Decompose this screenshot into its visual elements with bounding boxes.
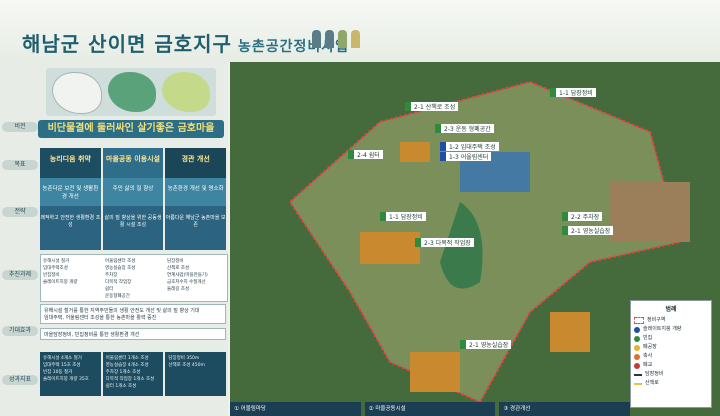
aerial-map: 2-1 산책로 조성 1-1 담장정비 2-3 운동 형폐공간 2-4 쉼터 1…: [230, 62, 720, 416]
map-tag-1: 2-1 산책로 조성: [405, 102, 459, 111]
result-2: 삶의 질 향상을 위한 공동생활 시설 조성: [102, 206, 164, 250]
task-list-2: 어울림센터 조성 영농실습장 조성 주차장 다목적 작업장 쉼터 운동형폐공간: [105, 259, 136, 299]
map-tag-4: 2-4 쉼터: [348, 150, 383, 159]
map-tag-11: 2-1 영농실습장: [460, 340, 512, 349]
map-tag-6: 1-3 어울림센터: [440, 152, 492, 161]
label-goal: 목표: [0, 160, 40, 170]
legend-item-2: 슬레이트지붕 개량: [634, 325, 708, 334]
legend-item-6: 폐교: [634, 361, 708, 370]
legend-item-1: 정비구역: [634, 316, 708, 325]
result-3: 아름다운 해남군 농촌마을 보존: [165, 206, 227, 250]
decoration-figures: [312, 30, 360, 48]
label-tasks: 추진과제: [0, 270, 40, 280]
location-maps: [46, 68, 216, 116]
header: 해남군 산이면 금호지구 농촌공간정비사업: [0, 0, 720, 62]
tasks-box: 유해시설 철거 임대주택조성 빈집정비 슬레이트지붕 개량 어울림센터 조성 영농실습장…: [40, 254, 228, 302]
kpi-1: 유해시설 4개소 철거 임대주택 15호 조성 빈집 10동 철거 슬레이트지붕 개량…: [40, 352, 101, 396]
task-list-1: 유해시설 철거 임대주택조성 빈집정비 슬레이트지붕 개량: [43, 259, 78, 285]
bottom-label-1: ① 어울림마당: [230, 402, 361, 416]
strategy-row: 농촌다운 보전 및 생활환경 개선 주민 삶의 질 향상 농촌환경 개선 및 명…: [40, 178, 227, 206]
map-legend: 범례 정비구역 슬레이트지붕 개량 빈집 폐공장 축사 폐교 담장정비 산책로: [630, 300, 712, 408]
legend-item-3: 빈집: [634, 334, 708, 343]
map-tag-2: 1-1 담장정비: [550, 88, 596, 97]
map-tag-7: 1-1 담장정비: [380, 212, 426, 221]
task-list-3: 담장정비 산책로 조성 연계사업(마을만들기) 금호저수지 수질개선 둘레길 조성: [167, 259, 208, 292]
result-1: 쾌적하고 안전한 생활환경 조성: [40, 206, 101, 250]
legend-item-8: 산책로: [634, 379, 708, 388]
label-kpi: 성과지표: [0, 375, 40, 385]
label-expect: 기대효과: [0, 326, 40, 336]
label-vision: 비전: [0, 122, 40, 132]
field-workshop: [360, 232, 420, 264]
map-tag-5: 1-2 임대주택 조성: [440, 142, 499, 151]
page-title: 해남군 산이면 금호지구 농촌공간정비사업: [22, 32, 349, 56]
field-farm-1: [410, 352, 460, 392]
field-farm-2: [550, 312, 590, 352]
strategy-2: 주민 삶의 질 향상: [102, 178, 164, 206]
map-tag-9: 2-2 주차장: [562, 212, 603, 221]
kpi-row: 유해시설 4개소 철거 임대주택 15호 조성 빈집 10동 철거 슬레이트지붕 개량…: [40, 352, 227, 396]
map-tag-3: 2-3 운동 형폐공간: [435, 124, 494, 133]
label-strategy: 전략: [0, 207, 40, 217]
kpi-3: 담장정비 350m 산책로 조성 450m: [165, 352, 227, 396]
location-map-2: [108, 72, 156, 112]
legend-item-4: 폐공장: [634, 343, 708, 352]
expect-box-2: 마을담장정비, 빈집정비를 통한 생활환경 개선: [40, 328, 226, 340]
field-parking: [610, 182, 690, 242]
strategy-1: 농촌다운 보전 및 생활환경 개선: [40, 178, 101, 206]
map-tag-10: 2-1 영농실습장: [562, 226, 614, 235]
expect-box-1: 유해시설 철거를 통한 지역주민들의 생활 안전도 개선 및 삶의 질 향상 기…: [40, 304, 226, 324]
field-rest: [400, 142, 430, 162]
kpi-2: 어울림센터 1개소 조성 영농실습장 4개소 조성 주차장 1개소 조성 다목적 작업…: [102, 352, 164, 396]
legend-item-5: 축사: [634, 352, 708, 361]
map-bottom-bar: ① 어울림마당 ② 마을공동시설 ③ 경관개선: [230, 402, 631, 416]
location-map-1: [52, 72, 102, 114]
legend-item-7: 담장정비: [634, 370, 708, 379]
vision-banner: 비단물결에 둘러싸인 살기좋은 금호마을: [38, 120, 224, 138]
strategy-3: 농촌환경 개선 및 명소화: [165, 178, 227, 206]
map-tag-8: 2-3 다목적 작업장: [415, 238, 474, 247]
bottom-label-2: ② 마을공동시설: [364, 402, 496, 416]
legend-title: 범례: [665, 306, 677, 313]
result-row: 쾌적하고 안전한 생활환경 조성 삶의 질 향상을 위한 공동생활 시설 조성 …: [40, 206, 227, 250]
location-map-3: [162, 72, 210, 112]
bottom-label-3: ③ 경관개선: [499, 402, 631, 416]
